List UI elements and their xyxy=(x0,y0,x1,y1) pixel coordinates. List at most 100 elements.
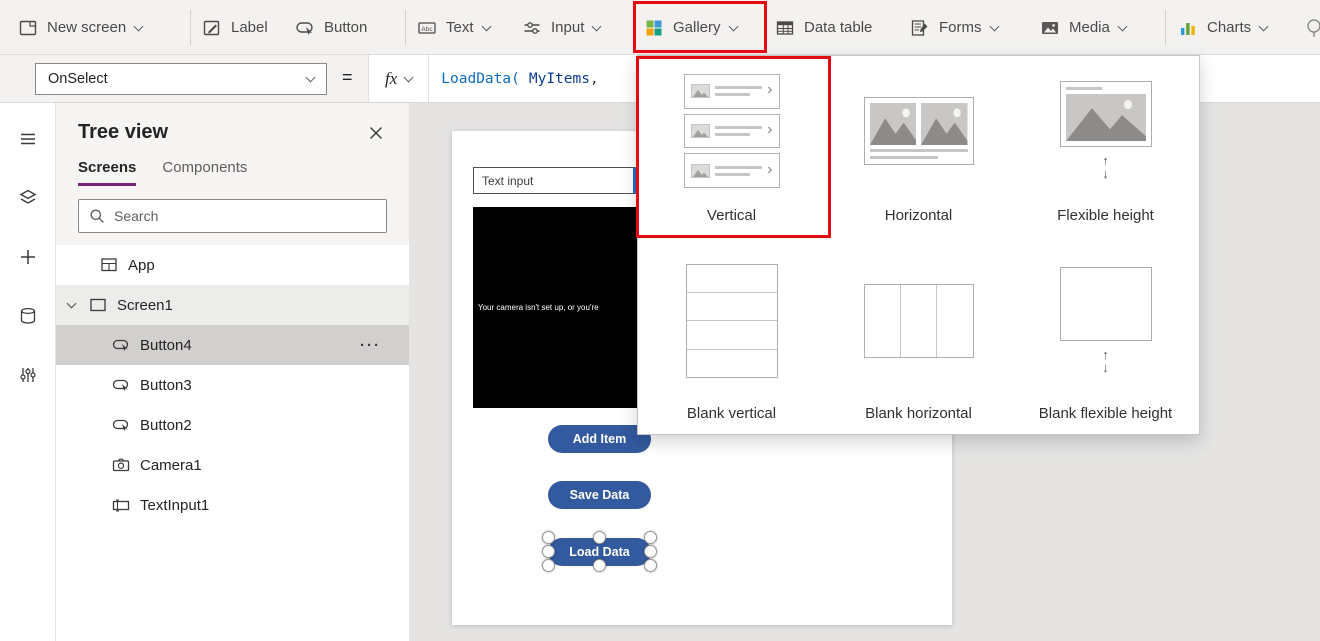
tree-view-rail-button[interactable] xyxy=(6,176,50,220)
tree-item-textinput1[interactable]: TextInput1 xyxy=(56,485,409,525)
toolbar-item-new-screen[interactable]: New screen xyxy=(18,0,142,55)
tree-view-icon xyxy=(18,188,38,208)
app-icon xyxy=(100,256,118,274)
gallery-option-label: Flexible height xyxy=(1057,206,1154,226)
formula-text[interactable]: LoadData( MyItems , xyxy=(429,71,598,87)
fx-icon: fx xyxy=(385,69,397,89)
selection-handle[interactable] xyxy=(542,531,555,544)
property-selector[interactable]: OnSelect xyxy=(35,63,327,95)
toolbar-item-text[interactable]: Abc Text xyxy=(417,0,490,55)
button-icon xyxy=(295,18,315,38)
toolbar-item-forms[interactable]: Forms xyxy=(910,0,998,55)
chevron-expand-icon[interactable] xyxy=(67,299,77,309)
selection-handle[interactable] xyxy=(542,545,555,558)
toolbar-item-input[interactable]: Input xyxy=(522,0,600,55)
toolbar-item-label[interactable]: Label xyxy=(202,0,268,55)
blank-horizontal-gallery-icon xyxy=(864,238,974,404)
forms-icon xyxy=(910,18,930,38)
tree-item-camera1[interactable]: Camera1 xyxy=(56,445,409,485)
gallery-option-horizontal[interactable]: Horizontal xyxy=(825,56,1012,238)
charts-icon xyxy=(1178,18,1198,38)
fx-dropdown-button[interactable]: fx xyxy=(369,55,429,102)
flexible-height-gallery-icon: ↑ ↓ xyxy=(1060,56,1152,206)
chevron-down-icon xyxy=(989,21,999,31)
selection-handle[interactable] xyxy=(644,559,657,572)
formula-separator-token: , xyxy=(590,71,599,87)
tree-item-button2[interactable]: Button2 xyxy=(56,405,409,445)
tree-item-label: Camera1 xyxy=(140,457,202,474)
tree-item-button3[interactable]: Button3 xyxy=(56,365,409,405)
chevron-down-icon xyxy=(728,21,738,31)
formula-function-token: LoadData( xyxy=(441,71,520,87)
formula-argument-token: MyItems xyxy=(529,71,590,87)
selection-handle[interactable] xyxy=(542,559,555,572)
search-box[interactable] xyxy=(78,199,387,233)
tree-item-label: TextInput1 xyxy=(140,497,209,514)
toolbar-item-label: Data table xyxy=(804,19,872,36)
tree-item-label: Button4 xyxy=(140,337,192,354)
tree-view-panel: Tree view Screens Components App Screen1… xyxy=(56,103,410,641)
toolbar-divider xyxy=(190,10,191,45)
selection-handle[interactable] xyxy=(593,559,606,572)
gallery-option-label: Blank flexible height xyxy=(1039,404,1172,424)
close-panel-button[interactable] xyxy=(365,122,387,144)
blank-vertical-gallery-icon xyxy=(686,238,778,404)
arrow-down-icon: ↓ xyxy=(1102,167,1109,181)
chevron-down-icon xyxy=(306,73,316,83)
chevron-right-icon: › xyxy=(767,82,772,98)
equals-sign: = xyxy=(342,67,353,88)
toolbar-item-button[interactable]: Button xyxy=(295,0,367,55)
tree-item-screen1[interactable]: Screen1 xyxy=(56,285,409,325)
tab-components[interactable]: Components xyxy=(162,159,247,186)
gallery-option-flexible-height[interactable]: ↑ ↓ Flexible height xyxy=(1012,56,1199,238)
advanced-tools-rail-button[interactable] xyxy=(6,353,50,397)
data-cylinder-icon xyxy=(18,306,38,326)
gallery-icon xyxy=(644,18,664,38)
tree-item-label: Screen1 xyxy=(117,297,173,314)
text-abc-icon: Abc xyxy=(417,18,437,38)
toolbar-item-label: Label xyxy=(231,19,268,36)
chevron-down-icon xyxy=(481,21,491,31)
toolbar-item-data-table[interactable]: Data table xyxy=(775,0,872,55)
canvas-button-add-item[interactable]: Add Item xyxy=(548,425,651,453)
gallery-option-blank-flexible-height[interactable]: ↑ ↓ Blank flexible height xyxy=(1012,238,1199,436)
more-options-button[interactable]: ··· xyxy=(360,337,409,354)
gallery-option-vertical[interactable]: › › › Vertical xyxy=(638,56,825,238)
canvas-button-save-data[interactable]: Save Data xyxy=(548,481,651,509)
panel-title: Tree view xyxy=(78,121,168,144)
gallery-option-blank-horizontal[interactable]: Blank horizontal xyxy=(825,238,1012,436)
toolbar-item-gallery[interactable]: Gallery xyxy=(644,0,737,55)
data-rail-button[interactable] xyxy=(6,294,50,338)
selection-handle[interactable] xyxy=(593,531,606,544)
chevron-down-icon xyxy=(404,72,414,82)
menu-button[interactable] xyxy=(6,117,50,161)
tree-item-label: App xyxy=(128,257,155,274)
chevron-down-icon xyxy=(134,21,144,31)
gallery-option-label: Vertical xyxy=(707,206,756,226)
tree-item-app[interactable]: App xyxy=(56,245,409,285)
toolbar-item-charts[interactable]: Charts xyxy=(1178,0,1267,55)
data-table-icon xyxy=(775,18,795,38)
insert-rail-button[interactable] xyxy=(6,235,50,279)
menu-icon xyxy=(18,129,38,149)
canvas-text-input[interactable] xyxy=(473,167,636,194)
toolbar-item-label: Gallery xyxy=(673,19,721,36)
tree-item-label: Button3 xyxy=(140,377,192,394)
blank-flexible-height-gallery-icon: ↑ ↓ xyxy=(1060,238,1152,404)
selection-handle[interactable] xyxy=(644,531,657,544)
tree-view-header-area: Tree view Screens Components xyxy=(56,103,409,245)
camera-message: Your camera isn't set up, or you're xyxy=(473,303,599,312)
toolbar-item-label: Media xyxy=(1069,19,1110,36)
tab-screens[interactable]: Screens xyxy=(78,159,136,186)
text-input-icon xyxy=(112,496,130,514)
gallery-dropdown-menu: › › › Vertical xyxy=(637,55,1200,435)
tree-item-button4[interactable]: Button4 ··· xyxy=(56,325,409,365)
toolbar-item-media[interactable]: Media xyxy=(1040,0,1126,55)
gallery-option-blank-vertical[interactable]: Blank vertical xyxy=(638,238,825,436)
toolbar-item-label: Charts xyxy=(1207,19,1251,36)
search-input[interactable] xyxy=(114,208,376,224)
top-toolbar: New screen Label Button Abc Text Input xyxy=(0,0,1320,55)
selection-handle[interactable] xyxy=(644,545,657,558)
toolbar-item-label: Forms xyxy=(939,19,982,36)
tree-view-tabs: Screens Components xyxy=(78,159,387,186)
